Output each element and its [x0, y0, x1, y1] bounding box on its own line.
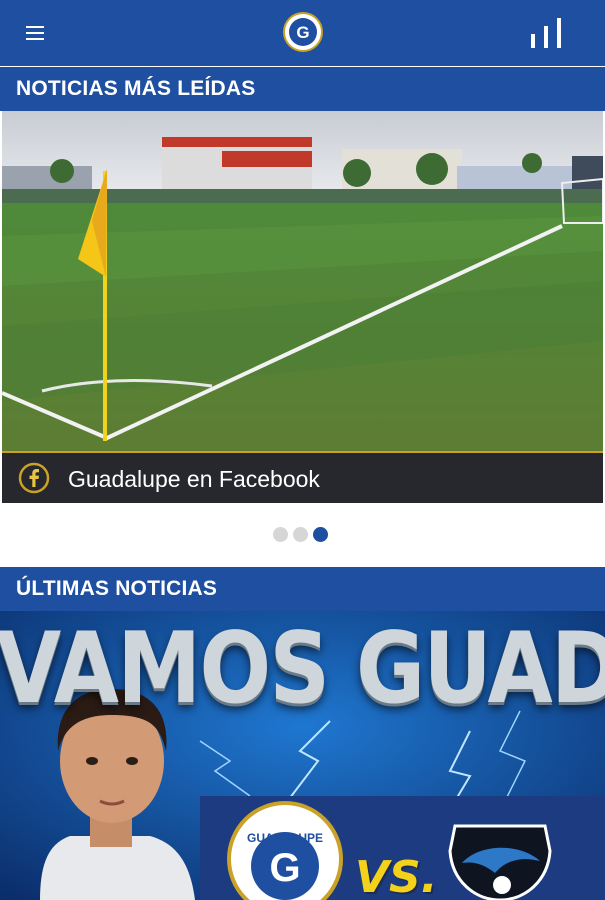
latest-news-card[interactable]: G GUADALUPE VAMOS GUADA VS. [0, 611, 605, 900]
promo-headline: VAMOS GUADA [0, 612, 605, 726]
bar-chart-icon[interactable] [526, 14, 566, 54]
app-bar: G [0, 0, 605, 66]
hamburger-menu-icon[interactable] [22, 22, 52, 44]
svg-text:G: G [269, 846, 300, 890]
carousel-dot-1[interactable] [273, 527, 288, 542]
carousel-dot-3-active[interactable] [313, 527, 328, 542]
carousel-slide[interactable]: Guadalupe en Facebook [2, 111, 603, 503]
stadium-photo [2, 111, 603, 451]
slide-caption: Guadalupe en Facebook [68, 466, 320, 492]
section-title-most-read: NOTICIAS MÁS LEÍDAS [0, 67, 605, 111]
carousel-indicators [273, 527, 333, 543]
section-title-latest: ÚLTIMAS NOTICIAS [0, 567, 605, 611]
home-team-name: GUADALUPE [247, 831, 323, 845]
club-logo[interactable]: G [283, 12, 323, 52]
facebook-icon [18, 462, 50, 494]
versus-label: VS. [355, 852, 438, 900]
carousel-dot-2[interactable] [293, 527, 308, 542]
slide-caption-bar: Guadalupe en Facebook [2, 451, 603, 503]
logo-letter: G [296, 23, 309, 42]
